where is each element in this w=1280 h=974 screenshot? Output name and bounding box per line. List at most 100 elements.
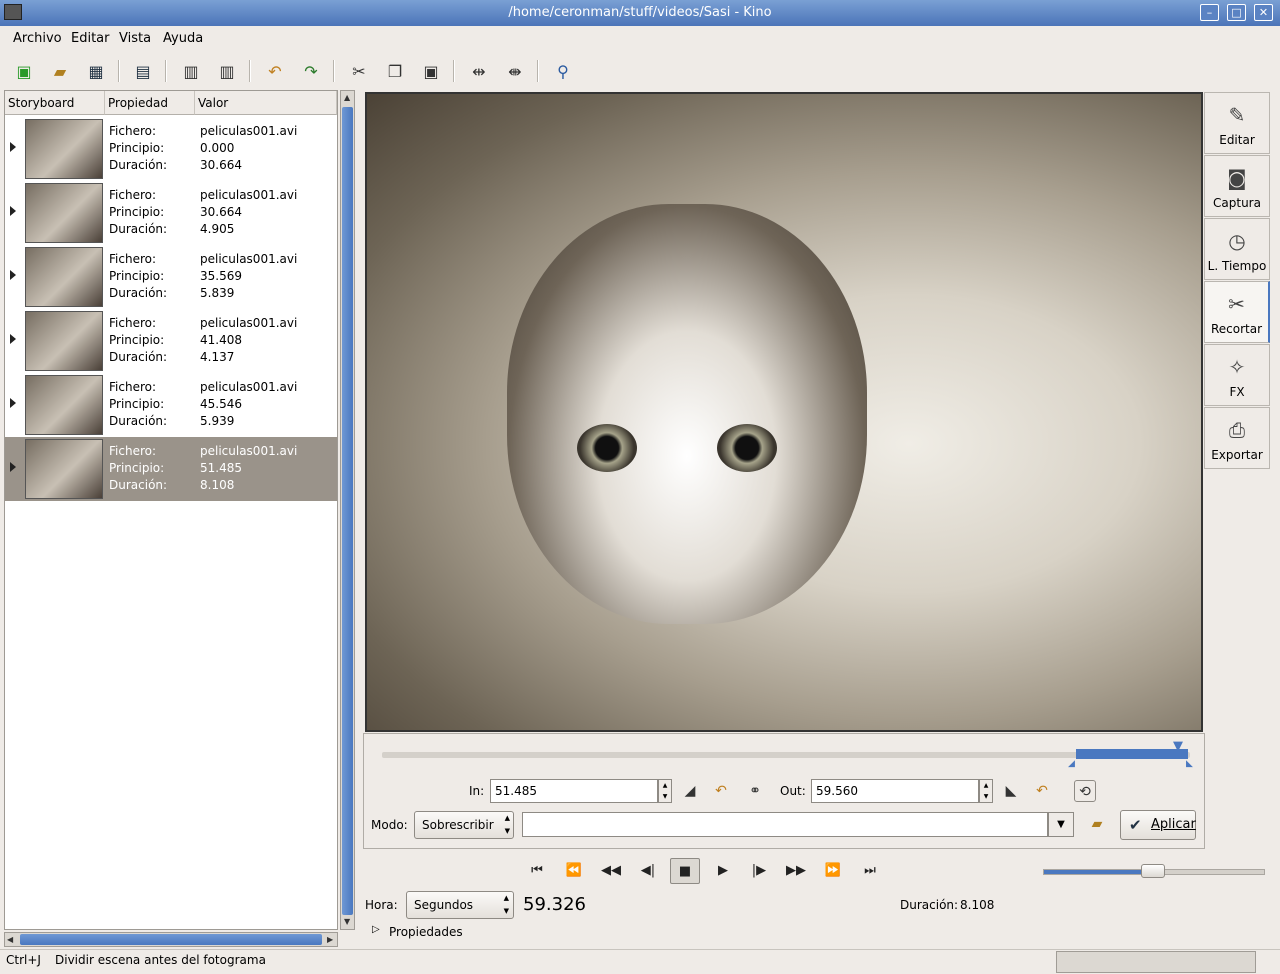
trim-in-marker-icon[interactable]: ◢ [1068,759,1075,769]
end-icon[interactable]: ⏭ [855,858,885,884]
sidebar-tab-captura[interactable]: ◙ Captura [1204,155,1270,217]
menu-archivo[interactable]: Archivo [13,31,62,46]
file-label: Fichero: [109,316,157,330]
scroll-down-arrow-icon[interactable]: ▼ [344,917,350,926]
scroll-right-arrow-icon[interactable]: ▶ [327,935,333,944]
reset-in-icon[interactable]: ↶ [710,780,732,802]
expander-arrow-icon[interactable] [10,142,16,152]
window-title: /home/ceronman/stuff/videos/Sasi - Kino [508,5,772,20]
expander-arrow-icon[interactable] [10,398,16,408]
expander-arrow-icon[interactable] [10,334,16,344]
expander-arrow-icon[interactable] [10,206,16,216]
set-out-icon[interactable]: ◣ [1000,780,1022,802]
sidebar-tab-editar[interactable]: ✎ Editar [1204,92,1270,154]
scrollbar-thumb[interactable] [342,107,353,915]
trim-selection-range[interactable] [1076,749,1188,759]
rewind-icon[interactable]: ◀◀ [596,858,626,884]
sidebar-tab-l-tiempo[interactable]: ◷ L. Tiempo [1204,218,1270,280]
storyboard-row[interactable]: Fichero: Principio: Duración: peliculas001.… [5,437,337,501]
trim-timeline-track[interactable] [382,752,1190,758]
mode-select[interactable]: Sobrescribir ▲ ▼ [414,811,514,839]
status-shortcut: Ctrl+J [6,953,41,967]
next-frame-icon[interactable]: |▶ [744,858,774,884]
minimize-button[interactable]: – [1200,4,1219,21]
storyboard-list[interactable]: Storyboard Propiedad Valor Fichero: Princ… [4,90,338,930]
scroll-up-arrow-icon[interactable]: ▲ [344,93,350,102]
reset-out-icon[interactable]: ↶ [1031,780,1053,802]
scroll-left-arrow-icon[interactable]: ◀ [7,935,13,944]
scene-combo-input[interactable] [522,812,1048,837]
expander-arrow-icon[interactable] [10,462,16,472]
next-scene-icon[interactable]: ⏩ [818,858,848,884]
trim-out-marker-icon[interactable]: ◣ [1186,759,1193,769]
in-field[interactable]: 51.485 [490,779,658,803]
maximize-button[interactable]: □ [1227,4,1246,21]
sidebar-tab-label: Exportar [1211,448,1263,462]
column-header-propiedad[interactable]: Propiedad [105,91,195,115]
title-bar: /home/ceronman/stuff/videos/Sasi - Kino … [0,0,1280,26]
redo-icon[interactable]: ↷ [297,57,325,85]
insert-after-icon[interactable]: ▥ [213,57,241,85]
apply-button[interactable]: ✔ Aplicar [1120,810,1196,840]
copy-icon[interactable]: ❐ [381,57,409,85]
menu-vista[interactable]: Vista [119,31,151,46]
scrollbar-thumb[interactable] [20,934,322,945]
volume-knob[interactable] [1141,864,1165,878]
folder-icon[interactable]: ▰ [1086,813,1108,835]
in-label: In: [469,784,485,798]
expander-arrow-icon[interactable]: ▷ [372,924,380,935]
insert-before-icon[interactable]: ▥ [177,57,205,85]
chevron-down-icon[interactable]: ▼ [1048,812,1074,837]
join-icon[interactable]: ⇼ [501,57,529,85]
close-button[interactable]: ✕ [1254,4,1273,21]
cut-icon[interactable]: ✂ [345,57,373,85]
link-icon[interactable]: ⚭ [744,780,766,802]
sidebar-tab-fx[interactable]: ✧ FX [1204,344,1270,406]
stop-icon[interactable]: ■ [670,858,700,884]
previous-frame-icon[interactable]: ◀| [633,858,663,884]
play-icon[interactable]: ▶ [708,858,738,884]
set-in-icon[interactable]: ◢ [679,780,701,802]
sidebar-tab-exportar[interactable]: ⎙ Exportar [1204,407,1270,469]
out-field[interactable]: 59.560 [811,779,979,803]
fast-forward-icon[interactable]: ▶▶ [781,858,811,884]
storyboard-row[interactable]: Fichero: Principio: Duración: peliculas001.… [5,309,337,373]
menu-ayuda[interactable]: Ayuda [163,31,203,46]
undo-icon[interactable]: ↶ [261,57,289,85]
sidebar-tab-label: Recortar [1210,322,1263,336]
open-icon[interactable]: ▰ [46,57,74,85]
storyboard-row[interactable]: Fichero: Principio: Duración: peliculas001.… [5,181,337,245]
menu-bar: Archivo Editar Vista Ayuda [0,26,1280,52]
column-header-valor[interactable]: Valor [195,91,337,115]
storyboard-row[interactable]: Fichero: Principio: Duración: peliculas001.… [5,373,337,437]
start-value: 51.485 [200,461,242,475]
column-header-storyboard[interactable]: Storyboard [5,91,105,115]
out-spinner[interactable]: ▲ ▼ [979,779,993,803]
trim-playhead-marker-icon[interactable]: ▼ [1173,739,1183,754]
menu-editar[interactable]: Editar [71,31,110,46]
in-spinner[interactable]: ▲ ▼ [658,779,672,803]
volume-slider[interactable] [1043,864,1265,878]
toolbar: ▣ ▰ ▦ ▤ ▥ ▥ ↶ ↷ ✂ ❐ ▣ ⇹ ⇼ ⚲ [0,52,1280,88]
start-label: Principio: [109,269,165,283]
save-icon[interactable]: ▦ [82,57,110,85]
storyboard-horizontal-scrollbar[interactable]: ◀ ▶ [4,932,338,947]
properties-expander[interactable]: Propiedades [389,925,463,939]
start-label: Principio: [109,461,165,475]
save-frame-icon[interactable]: ▤ [129,57,157,85]
sidebar-tab-recortar[interactable]: ✂ Recortar [1204,281,1270,343]
storyboard-vertical-scrollbar[interactable]: ▲ ▼ [340,90,355,930]
new-icon[interactable]: ▣ [10,57,38,85]
expander-arrow-icon[interactable] [10,270,16,280]
file-label: Fichero: [109,444,157,458]
split-icon[interactable]: ⇹ [465,57,493,85]
zoom-icon[interactable]: ⚲ [549,57,577,85]
storyboard-row[interactable]: Fichero: Principio: Duración: peliculas001.… [5,117,337,181]
paste-icon[interactable]: ▣ [417,57,445,85]
previous-scene-icon[interactable]: ⏪ [559,858,589,884]
start-icon[interactable]: ⏮ [522,858,552,884]
time-unit-select[interactable]: Segundos ▲ ▼ [406,891,514,919]
storyboard-row[interactable]: Fichero: Principio: Duración: peliculas001.… [5,245,337,309]
app-icon [4,4,22,20]
loop-icon[interactable]: ⟲ [1074,780,1096,802]
